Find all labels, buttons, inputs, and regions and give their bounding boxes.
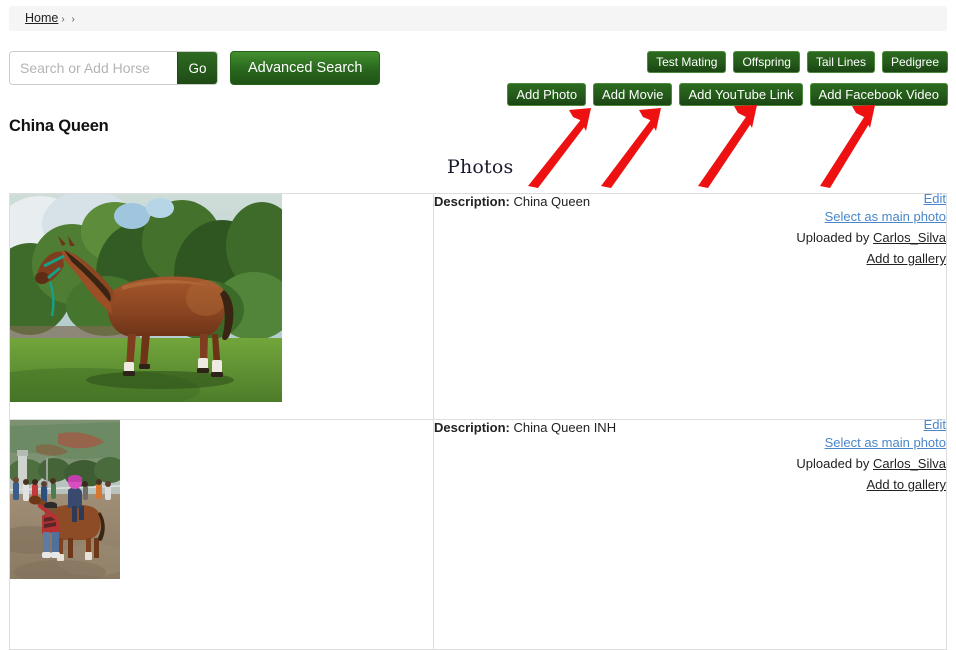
photo-thumbnail-2[interactable] <box>10 420 120 579</box>
add-movie-button[interactable]: Add Movie <box>593 83 673 106</box>
uploaded-by-label: Uploaded by <box>796 230 870 245</box>
tail-lines-button[interactable]: Tail Lines <box>806 51 875 73</box>
breadcrumb: Home › › <box>9 6 947 31</box>
description-value: China Queen INH <box>513 420 617 435</box>
edit-link[interactable]: Edit <box>924 191 946 206</box>
arrow-annotation-add-photo <box>528 108 591 188</box>
photos-section-heading: Photos <box>447 156 514 178</box>
description-label: Description: <box>434 194 510 209</box>
arrow-annotation-add-facebook <box>820 105 875 188</box>
search-input[interactable] <box>10 52 177 84</box>
photo-cell <box>9 419 434 650</box>
edit-link[interactable]: Edit <box>924 417 946 432</box>
photo-info-cell: Description: China Queen Edit Select as … <box>433 191 947 420</box>
arrow-annotation-add-movie <box>601 108 661 188</box>
select-as-main-photo-link[interactable]: Select as main photo <box>825 435 946 450</box>
photo-info-cell: Description: China Queen INH Edit Select… <box>433 417 947 650</box>
table-row: Description: China Queen Edit Select as … <box>9 191 947 420</box>
search-group: Go <box>9 51 218 85</box>
photo-links: Select as main photo Uploaded by Carlos_… <box>434 206 946 269</box>
uploaded-by-row: Uploaded by Carlos_Silva <box>434 453 946 474</box>
add-to-gallery-link[interactable]: Add to gallery <box>867 477 947 492</box>
test-mating-button[interactable]: Test Mating <box>647 51 727 73</box>
uploader-link[interactable]: Carlos_Silva <box>873 456 946 471</box>
search-row: Go Advanced Search <box>9 51 381 85</box>
pedigree-button[interactable]: Pedigree <box>881 51 948 73</box>
add-youtube-link-button[interactable]: Add YouTube Link <box>679 83 803 106</box>
select-main-photo-row: Select as main photo <box>434 432 946 453</box>
nav-buttons-row: Test Mating Offspring Tail Lines Pedigre… <box>647 51 948 73</box>
offspring-button[interactable]: Offspring <box>733 51 800 73</box>
description-value: China Queen <box>513 194 591 209</box>
arrow-annotation-add-youtube <box>698 105 757 188</box>
uploaded-by-label: Uploaded by <box>796 456 870 471</box>
photo-cell <box>9 193 434 420</box>
add-to-gallery-row: Add to gallery <box>434 248 947 269</box>
photo-thumbnail-1[interactable] <box>10 194 282 402</box>
breadcrumb-home-link[interactable]: Home <box>25 11 58 25</box>
advanced-search-button[interactable]: Advanced Search <box>230 51 381 85</box>
uploader-link[interactable]: Carlos_Silva <box>873 230 946 245</box>
page-title: China Queen <box>9 117 109 135</box>
add-photo-button[interactable]: Add Photo <box>507 83 587 106</box>
uploaded-by-row: Uploaded by Carlos_Silva <box>434 227 946 248</box>
add-to-gallery-row: Add to gallery <box>434 474 947 495</box>
action-buttons-row: Add Photo Add Movie Add YouTube Link Add… <box>507 83 948 106</box>
breadcrumb-separator: › › <box>61 14 77 25</box>
go-button[interactable]: Go <box>177 52 217 84</box>
select-as-main-photo-link[interactable]: Select as main photo <box>825 209 946 224</box>
description-label: Description: <box>434 420 510 435</box>
photos-table: Description: China Queen Edit Select as … <box>9 191 947 650</box>
add-facebook-video-button[interactable]: Add Facebook Video <box>809 83 948 106</box>
table-row: Description: China Queen INH Edit Select… <box>9 417 947 650</box>
select-main-photo-row: Select as main photo <box>434 206 946 227</box>
photo-links: Select as main photo Uploaded by Carlos_… <box>434 432 946 495</box>
add-to-gallery-link[interactable]: Add to gallery <box>867 251 947 266</box>
